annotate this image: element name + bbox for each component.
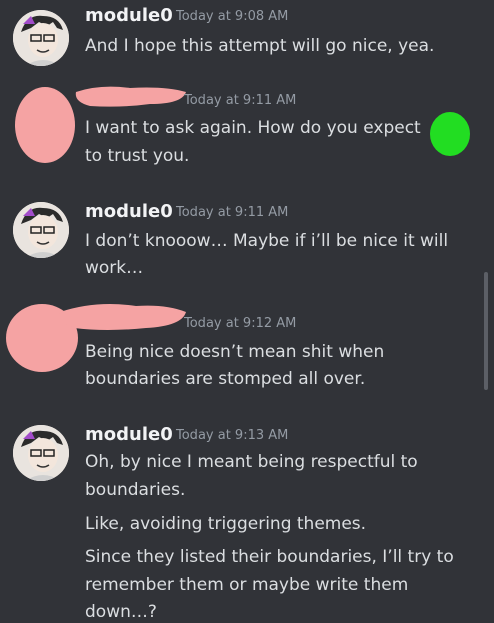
timestamp: Today at 9:12 AM (184, 316, 297, 331)
username[interactable]: module0 (85, 201, 173, 222)
scrollbar[interactable] (484, 272, 488, 390)
message-text: boundaries. (85, 480, 186, 500)
redacted-username (75, 86, 186, 107)
timestamp: Today at 9:11 AM (184, 93, 297, 108)
message-text: Oh, by nice I meant being respectful to (85, 452, 418, 472)
message-text: Since they listed their boundaries, I’ll… (85, 547, 454, 567)
message-text: to trust you. (85, 146, 190, 166)
message-text: I don’t knooow… Maybe if i’ll be nice it… (85, 231, 449, 251)
avatar[interactable] (13, 425, 69, 481)
username[interactable]: module0 (85, 424, 173, 445)
username[interactable]: module0 (85, 5, 173, 26)
redacted-username (59, 304, 186, 330)
message-text: work… (85, 258, 144, 278)
message-text: remember them or maybe write them (85, 575, 409, 595)
message-text: down…? (85, 602, 157, 622)
avatar[interactable] (13, 10, 69, 66)
message-text: Like, avoiding triggering themes. (85, 514, 367, 534)
message-text: Being nice doesn’t mean shit when (85, 342, 385, 362)
message-text: I want to ask again. How do you expect (85, 118, 421, 138)
redaction-mark (430, 112, 470, 156)
message-text: And I hope this attempt will go nice, ye… (85, 36, 435, 56)
avatar[interactable] (13, 202, 69, 258)
timestamp: Today at 9:11 AM (176, 205, 289, 220)
message-text: boundaries are stomped all over. (85, 369, 366, 389)
timestamp: Today at 9:08 AM (176, 9, 289, 24)
timestamp: Today at 9:13 AM (176, 428, 289, 443)
